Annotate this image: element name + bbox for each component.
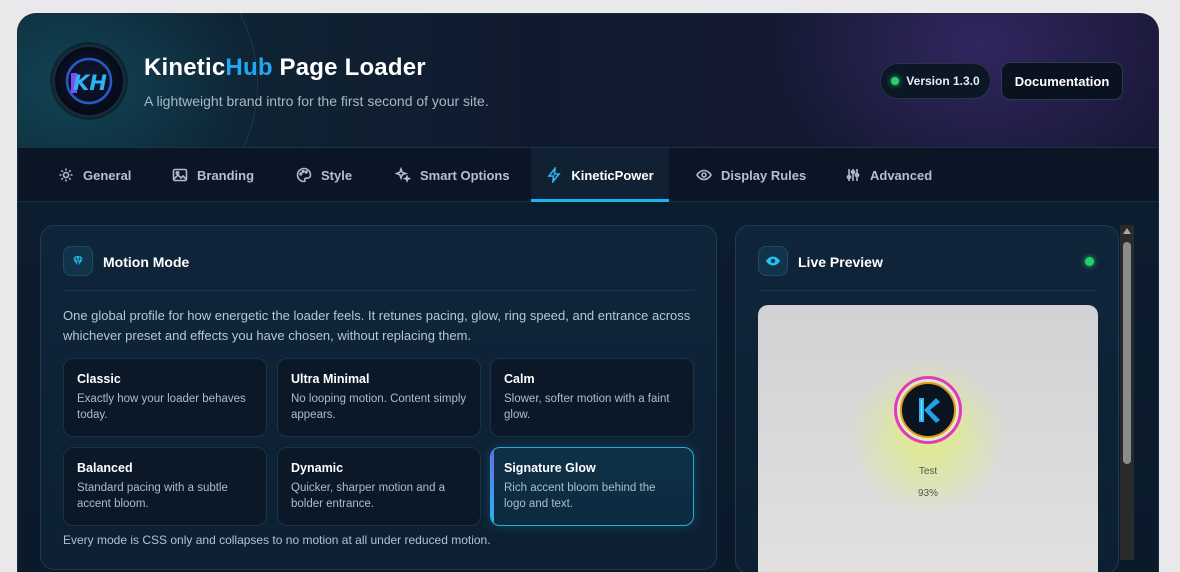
brand-logo: KH [53, 45, 125, 117]
preview-loader-text: Test [918, 466, 938, 477]
sparkles-icon [395, 167, 411, 183]
page-title: KineticHub Page Loader [144, 54, 426, 81]
tab-general[interactable]: General [54, 148, 135, 202]
mode-option-calm[interactable]: Calm Slower, softer motion with a faint … [490, 358, 694, 437]
motion-mode-description: One global profile for how energetic the… [63, 308, 691, 343]
preview-stage: Test 93% [758, 305, 1098, 572]
plugin-settings-window: KH KineticHub Page Loader A lightweight … [18, 14, 1158, 572]
preview-logo-ring [894, 376, 962, 444]
tab-style[interactable]: Style [292, 148, 356, 202]
tab-smart-options[interactable]: Smart Options [391, 148, 514, 202]
lightning-icon [547, 167, 561, 183]
live-preview-card: Live Preview Test 93% [735, 225, 1119, 572]
scroll-thumb[interactable] [1123, 242, 1131, 464]
status-dot-icon [891, 77, 900, 85]
motion-mode-title: Motion Mode [103, 254, 190, 270]
tab-kineticpower[interactable]: KineticPower [531, 148, 669, 202]
preview-status-dot-icon [1085, 257, 1094, 266]
diamond-icon [73, 255, 83, 267]
tab-bar: General Branding Style Smart Options Kin… [18, 148, 1158, 202]
live-preview-title: Live Preview [798, 254, 883, 270]
preview-progress-percent: 93% [917, 488, 938, 499]
mode-option-classic[interactable]: Classic Exactly how your loader behaves … [63, 358, 267, 437]
motion-mode-card: Motion Mode One global profile for how e… [40, 225, 717, 570]
tab-branding[interactable]: Branding [168, 148, 258, 202]
version-label: Version 1.3.0 [906, 74, 980, 88]
kh-logo-icon [919, 398, 940, 423]
header: KH KineticHub Page Loader A lightweight … [18, 14, 1158, 234]
tab-display-rules[interactable]: Display Rules [692, 148, 810, 202]
divider [758, 290, 1096, 291]
mode-option-balanced[interactable]: Balanced Standard pacing with a subtle a… [63, 447, 267, 526]
eye-icon [696, 169, 712, 181]
motion-mode-icon-box [63, 246, 93, 276]
image-icon [172, 168, 188, 182]
scroll-up-arrow-icon[interactable] [1123, 228, 1131, 234]
divider [63, 290, 694, 291]
mode-option-dynamic[interactable]: Dynamic Quicker, sharper motion and a bo… [277, 447, 481, 526]
documentation-button[interactable]: Documentation [1001, 62, 1123, 100]
mode-option-signature-glow[interactable]: Signature Glow Rich accent bloom behind … [490, 447, 694, 526]
settings-content: Motion Mode One global profile for how e… [18, 202, 1158, 572]
scrollbar[interactable] [1120, 225, 1134, 560]
svg-text:KH: KH [73, 71, 107, 95]
live-preview-icon-box [758, 246, 788, 276]
sliders-icon [846, 169, 860, 181]
page-subtitle: A lightweight brand intro for the first … [144, 93, 489, 109]
motion-mode-footnote: Every mode is CSS only and collapses to … [63, 533, 491, 547]
kh-logo-icon: KH [65, 57, 113, 105]
gear-icon [59, 168, 73, 182]
version-badge: Version 1.3.0 [880, 63, 991, 99]
palette-icon [296, 167, 312, 183]
tab-advanced[interactable]: Advanced [841, 148, 936, 202]
eye-icon [766, 256, 780, 266]
preview-logo [900, 382, 956, 438]
mode-option-ultra-minimal[interactable]: Ultra Minimal No looping motion. Content… [277, 358, 481, 437]
